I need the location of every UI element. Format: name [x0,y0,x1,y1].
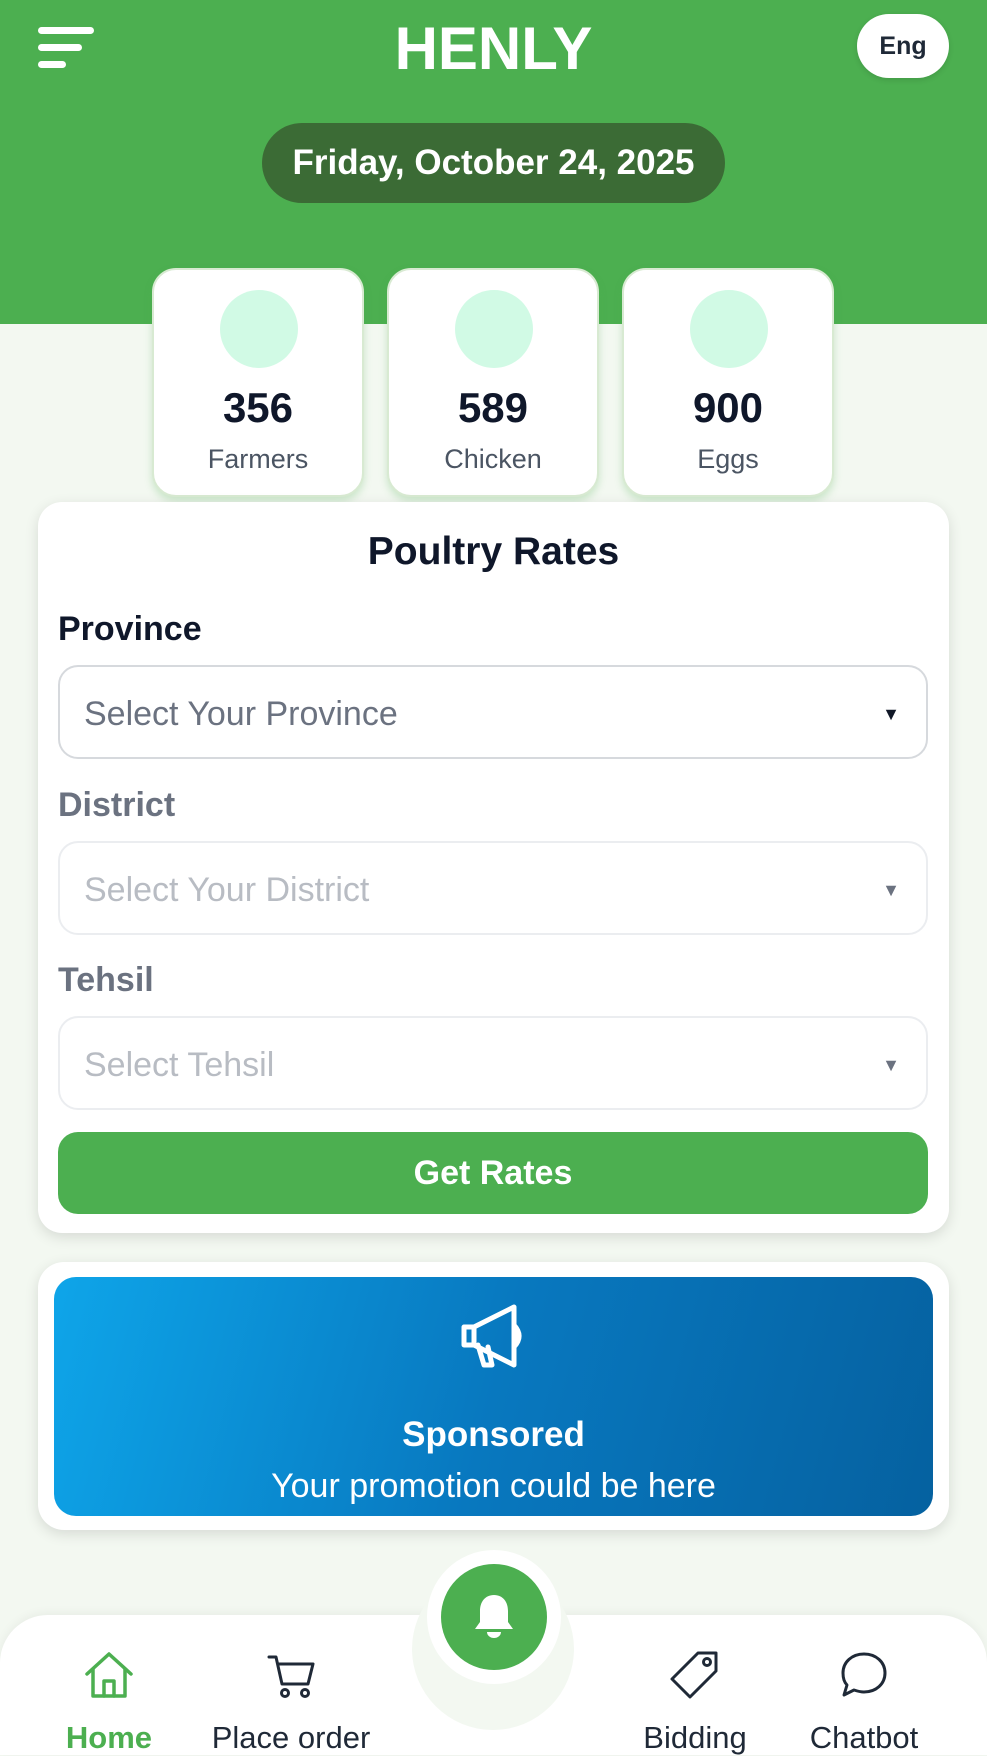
stat-value: 589 [457,384,529,431]
tehsil-select[interactable]: Select Tehsil ▼ [58,1016,928,1110]
sponsored-subtitle: Your promotion could be here [271,1467,716,1505]
language-button[interactable]: Eng [857,14,949,78]
tehsil-placeholder: Select Tehsil [84,1046,275,1084]
stat-label: Chicken [444,444,542,474]
cart-icon [267,1655,315,1698]
poultry-rates-card: Poultry Rates Province Select Your Provi… [38,502,949,1233]
get-rates-button[interactable]: Get Rates [58,1132,928,1214]
rates-title: Poultry Rates [367,530,620,573]
stat-card-chicken: 589 Chicken [387,268,599,497]
chicken-icon [455,290,533,368]
nav-chatbot[interactable]: Chatbot [769,1640,959,1755]
stat-label: Eggs [697,444,759,474]
home-icon [85,1652,133,1698]
stat-card-eggs: 900 Eggs [622,268,834,497]
nav-home[interactable]: Home [14,1640,204,1755]
app-title: HENLY [394,15,593,82]
district-placeholder: Select Your District [84,871,370,909]
stat-value: 356 [222,384,294,431]
chat-icon [841,1652,887,1697]
sponsored-card: Sponsored Your promotion could be here [38,1262,949,1530]
notifications-button[interactable] [441,1564,547,1670]
province-placeholder: Select Your Province [84,695,398,733]
nav-bidding[interactable]: Bidding [600,1640,790,1755]
eggs-icon [690,290,768,368]
megaphone-icon [461,1304,522,1368]
district-label: District [58,786,176,824]
chevron-down-icon: ▼ [882,1055,900,1075]
bell-icon [475,1595,513,1638]
stat-card-farmers: 356 Farmers [152,268,364,497]
tehsil-label: Tehsil [58,961,154,999]
farmers-icon [220,290,298,368]
nav-home-label: Home [65,1720,153,1755]
sponsored-banner[interactable]: Sponsored Your promotion could be here [54,1277,933,1516]
nav-place-order-label: Place order [211,1720,371,1755]
province-label: Province [58,610,202,648]
stat-label: Farmers [207,444,309,474]
tag-icon [670,1651,718,1699]
nav-chatbot-label: Chatbot [809,1720,919,1755]
district-select[interactable]: Select Your District ▼ [58,841,928,935]
nav-bidding-label: Bidding [643,1720,747,1755]
nav-place-order[interactable]: Place order [196,1640,386,1755]
date-badge: Friday, October 24, 2025 [262,123,725,203]
sponsored-title: Sponsored [402,1415,585,1454]
chevron-down-icon: ▼ [882,704,900,724]
stat-value: 900 [692,384,764,431]
chevron-down-icon: ▼ [882,880,900,900]
province-select[interactable]: Select Your Province ▼ [58,665,928,759]
